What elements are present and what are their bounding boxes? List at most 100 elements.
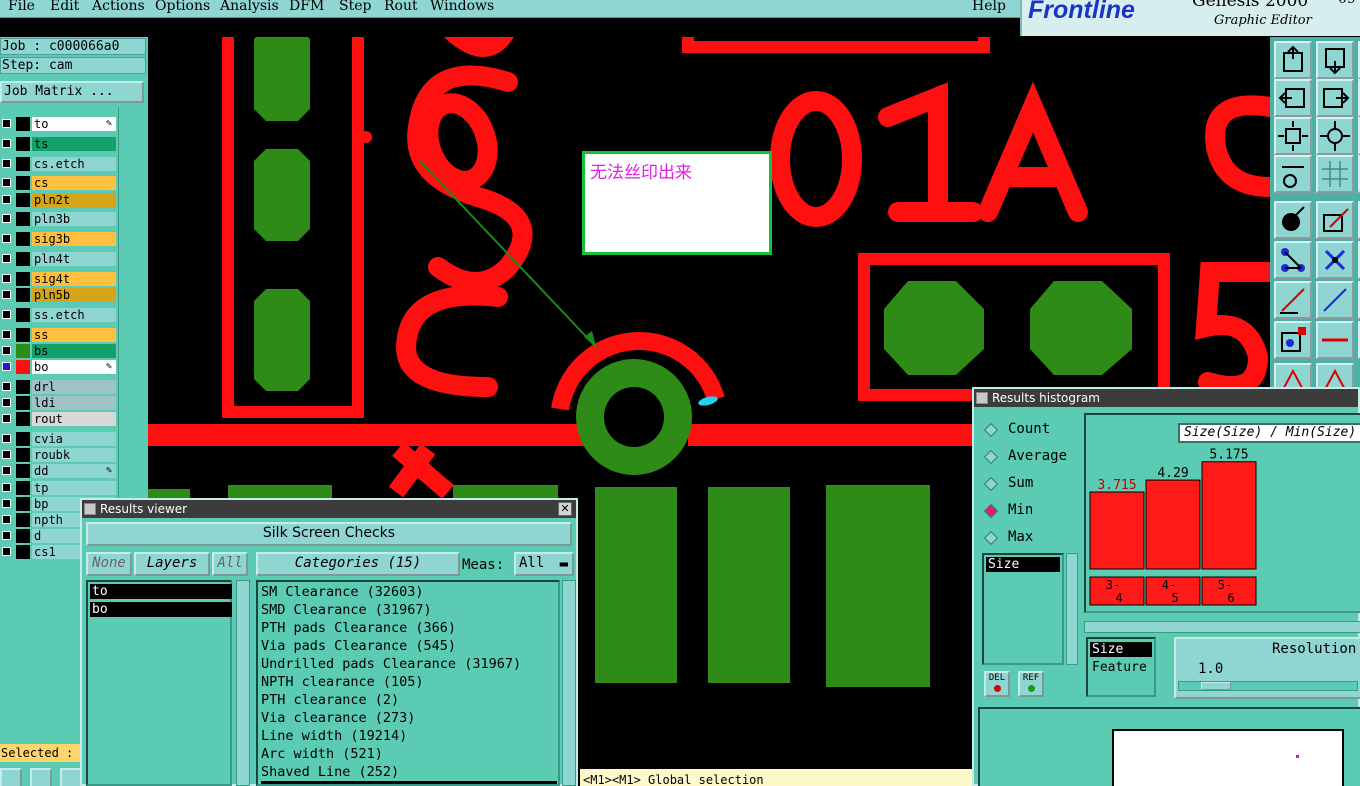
menu-options[interactable]: Options — [155, 0, 210, 14]
layer-name[interactable]: cs — [32, 176, 116, 191]
menu-dfm[interactable]: DFM — [289, 0, 324, 14]
pan-left-button[interactable] — [1274, 79, 1312, 117]
category-list-scrollbar[interactable] — [562, 580, 576, 786]
layer-row-ts[interactable]: ts — [0, 136, 118, 152]
layer-color-swatch[interactable] — [16, 252, 30, 266]
field-list[interactable]: Size — [982, 553, 1064, 665]
histogram-scrollbar[interactable] — [1084, 621, 1360, 633]
layer-name[interactable]: drl — [32, 379, 116, 394]
radio-diamond-icon[interactable] — [983, 503, 999, 519]
layer-name[interactable]: rout — [32, 412, 116, 427]
del-button[interactable]: DEL — [984, 671, 1010, 697]
layer-row-tp[interactable]: tp — [0, 480, 118, 496]
connect-button[interactable] — [1274, 241, 1312, 279]
layer-name[interactable]: cvia — [32, 432, 116, 446]
line-button[interactable] — [1316, 321, 1354, 359]
layer-name[interactable]: pln5b — [32, 288, 116, 302]
layer-color-swatch[interactable] — [16, 307, 30, 322]
category-item[interactable]: Undrilled pads Clearance (31967) — [261, 655, 521, 673]
zoom-home-button[interactable] — [1316, 117, 1354, 155]
layer-checkbox[interactable] — [2, 290, 11, 299]
layer-color-swatch[interactable] — [16, 396, 30, 410]
category-item[interactable]: Arc width (521) — [261, 745, 383, 763]
layer-color-swatch[interactable] — [16, 327, 30, 342]
layer-color-swatch[interactable] — [16, 212, 30, 227]
layer-name[interactable]: pln4t — [32, 252, 116, 266]
layer-color-swatch[interactable] — [16, 271, 30, 286]
pad-button[interactable] — [1274, 321, 1312, 359]
results-layer-item[interactable]: bo — [90, 602, 232, 617]
layer-color-swatch[interactable] — [16, 343, 30, 358]
layer-row-pln3b[interactable]: pln3b — [0, 211, 118, 227]
group-by-list[interactable]: Size Feature — [1086, 637, 1156, 697]
histogram-bar[interactable] — [1201, 461, 1257, 570]
zoom-fit-button[interactable] — [1274, 117, 1312, 155]
menu-rout[interactable]: Rout — [384, 0, 418, 14]
radio-diamond-icon[interactable] — [983, 530, 999, 546]
layer-color-swatch[interactable] — [16, 288, 30, 302]
layer-checkbox[interactable] — [2, 482, 11, 492]
layer-checkbox[interactable] — [2, 234, 11, 244]
ref-button[interactable]: REF — [1018, 671, 1044, 697]
group-by-item[interactable]: Size — [1090, 642, 1152, 657]
category-item[interactable]: Shaved Line (252) — [261, 763, 399, 781]
layer-name[interactable]: ss — [32, 327, 116, 342]
layer-name[interactable]: pln3b — [32, 212, 116, 227]
layer-color-swatch[interactable] — [16, 117, 30, 131]
histogram-bar[interactable] — [1089, 491, 1145, 570]
layer-name[interactable]: bo ✎ — [32, 360, 116, 374]
layer-checkbox[interactable] — [2, 345, 11, 355]
all-button[interactable]: All — [212, 552, 248, 576]
layer-color-swatch[interactable] — [16, 480, 30, 495]
category-item[interactable]: NPTH clearance (105) — [261, 673, 424, 691]
layer-row-bo[interactable]: bo ✎ — [0, 359, 118, 375]
layer-checkbox[interactable] — [2, 434, 11, 443]
layer-row-to[interactable]: to ✎ — [0, 116, 118, 132]
menu-help[interactable]: Help — [972, 0, 1006, 14]
category-item[interactable]: Line width (19214) — [261, 727, 407, 745]
pan-right-button[interactable] — [1316, 79, 1354, 117]
layer-name[interactable]: dd ✎ — [32, 464, 116, 479]
category-item[interactable]: SMD Clearance (31967) — [261, 601, 432, 619]
layer-color-swatch[interactable] — [16, 545, 30, 560]
layer-name[interactable]: ts — [32, 136, 116, 151]
resolution-slider-handle[interactable] — [1201, 682, 1231, 690]
layer-name[interactable]: to ✎ — [32, 117, 116, 131]
window-menu-icon[interactable] — [976, 392, 988, 404]
layer-checkbox[interactable] — [2, 531, 11, 541]
layer-name[interactable]: sig4t — [32, 271, 116, 286]
layer-color-swatch[interactable] — [16, 432, 30, 446]
layer-row-pln2t[interactable]: pln2t — [0, 192, 118, 208]
layer-checkbox[interactable] — [2, 178, 11, 188]
measure-tool-button[interactable] — [30, 768, 52, 786]
zoom-tool-button[interactable] — [0, 768, 22, 786]
layer-row-drl[interactable]: drl — [0, 379, 118, 395]
layer-name[interactable]: roubk — [32, 448, 116, 463]
layer-color-swatch[interactable] — [16, 496, 30, 511]
grid-button[interactable] — [1316, 155, 1354, 193]
layer-checkbox[interactable] — [2, 158, 11, 168]
category-item[interactable]: Via pads Clearance (545) — [261, 637, 456, 655]
layer-row-ss-etch[interactable]: ss.etch — [0, 307, 118, 323]
layer-row-cs[interactable]: cs — [0, 175, 118, 191]
layers-button[interactable]: Layers — [134, 552, 210, 576]
results-viewer-titlebar[interactable]: Results viewer ✕ — [82, 500, 576, 518]
meas-select[interactable]: All ▬ — [514, 552, 574, 576]
layer-row-rout[interactable]: rout — [0, 411, 118, 427]
delete-connection-button[interactable] — [1316, 241, 1354, 279]
layer-row-sig4t[interactable]: sig4t — [0, 271, 118, 287]
zoom-in-button[interactable] — [1274, 41, 1312, 79]
select-feature-button[interactable] — [1274, 201, 1312, 239]
layer-name[interactable]: cs.etch — [32, 156, 116, 171]
layer-name[interactable]: tp — [32, 480, 116, 495]
group-by-item[interactable]: Feature — [1090, 660, 1147, 675]
layer-checkbox[interactable] — [2, 138, 11, 148]
layer-color-swatch[interactable] — [16, 464, 30, 479]
layer-checkbox[interactable] — [2, 273, 11, 283]
layer-checkbox[interactable] — [2, 329, 11, 339]
histogram-bar[interactable] — [1145, 479, 1201, 570]
layer-checkbox[interactable] — [2, 381, 11, 391]
layer-row-ldi[interactable]: ldi — [0, 395, 118, 411]
layer-color-swatch[interactable] — [16, 360, 30, 374]
layer-color-swatch[interactable] — [16, 176, 30, 191]
